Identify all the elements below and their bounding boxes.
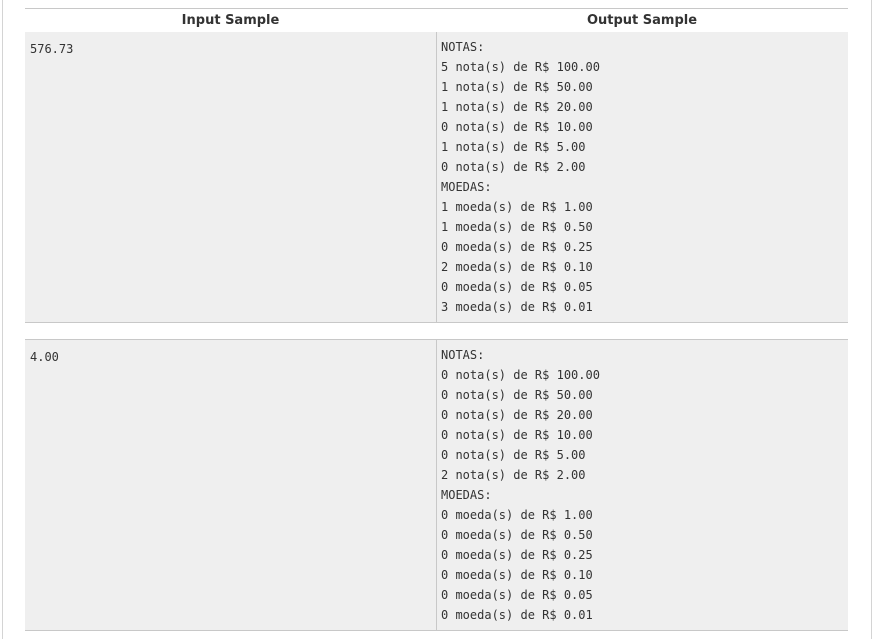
sample-input-2: 4.00 — [30, 350, 59, 364]
output-line: MOEDAS: — [441, 180, 492, 194]
page-left-border — [2, 0, 3, 639]
output-line: 0 nota(s) de R$ 50.00 — [441, 388, 593, 402]
output-line: 0 nota(s) de R$ 2.00 — [441, 160, 586, 174]
output-line: 5 nota(s) de R$ 100.00 — [441, 60, 600, 74]
output-line: 1 moeda(s) de R$ 0.50 — [441, 220, 593, 234]
sample-output-1: NOTAS: 5 nota(s) de R$ 100.00 1 nota(s) … — [441, 37, 600, 317]
table-header: Input Sample Output Sample — [25, 8, 848, 33]
input-sample-header: Input Sample — [181, 13, 280, 28]
output-line: NOTAS: — [441, 348, 485, 362]
sample-output-2: NOTAS: 0 nota(s) de R$ 100.00 0 nota(s) … — [441, 345, 600, 625]
sample-row-1: 576.73 NOTAS: 5 nota(s) de R$ 100.00 1 n… — [25, 32, 848, 323]
sample-input-1: 576.73 — [30, 42, 74, 56]
output-line: 0 nota(s) de R$ 5.00 — [441, 448, 586, 462]
output-line: 1 nota(s) de R$ 5.00 — [441, 140, 586, 154]
output-line: NOTAS: — [441, 40, 485, 54]
output-line: 1 moeda(s) de R$ 1.00 — [441, 200, 593, 214]
output-line: 0 nota(s) de R$ 10.00 — [441, 120, 593, 134]
output-line: 0 nota(s) de R$ 100.00 — [441, 368, 600, 382]
output-line: 0 moeda(s) de R$ 0.10 — [441, 568, 593, 582]
output-line: 0 nota(s) de R$ 10.00 — [441, 428, 593, 442]
output-line: 2 nota(s) de R$ 2.00 — [441, 468, 586, 482]
output-line: 0 moeda(s) de R$ 0.25 — [441, 548, 593, 562]
output-line: 2 moeda(s) de R$ 0.10 — [441, 260, 593, 274]
output-line: 0 moeda(s) de R$ 1.00 — [441, 508, 593, 522]
output-line: 0 moeda(s) de R$ 0.25 — [441, 240, 593, 254]
page-right-border — [871, 0, 872, 639]
column-divider — [436, 32, 437, 322]
output-line: 0 moeda(s) de R$ 0.05 — [441, 588, 593, 602]
sample-row-2: 4.00 NOTAS: 0 nota(s) de R$ 100.00 0 not… — [25, 339, 848, 631]
output-line: 1 nota(s) de R$ 50.00 — [441, 80, 593, 94]
output-sample-header: Output Sample — [586, 13, 698, 28]
output-line: 0 moeda(s) de R$ 0.01 — [441, 608, 593, 622]
output-line: 0 moeda(s) de R$ 0.50 — [441, 528, 593, 542]
output-line: 1 nota(s) de R$ 20.00 — [441, 100, 593, 114]
output-line: 0 nota(s) de R$ 20.00 — [441, 408, 593, 422]
output-line: 0 moeda(s) de R$ 0.05 — [441, 280, 593, 294]
column-divider — [436, 340, 437, 630]
output-line: 3 moeda(s) de R$ 0.01 — [441, 300, 593, 314]
output-line: MOEDAS: — [441, 488, 492, 502]
